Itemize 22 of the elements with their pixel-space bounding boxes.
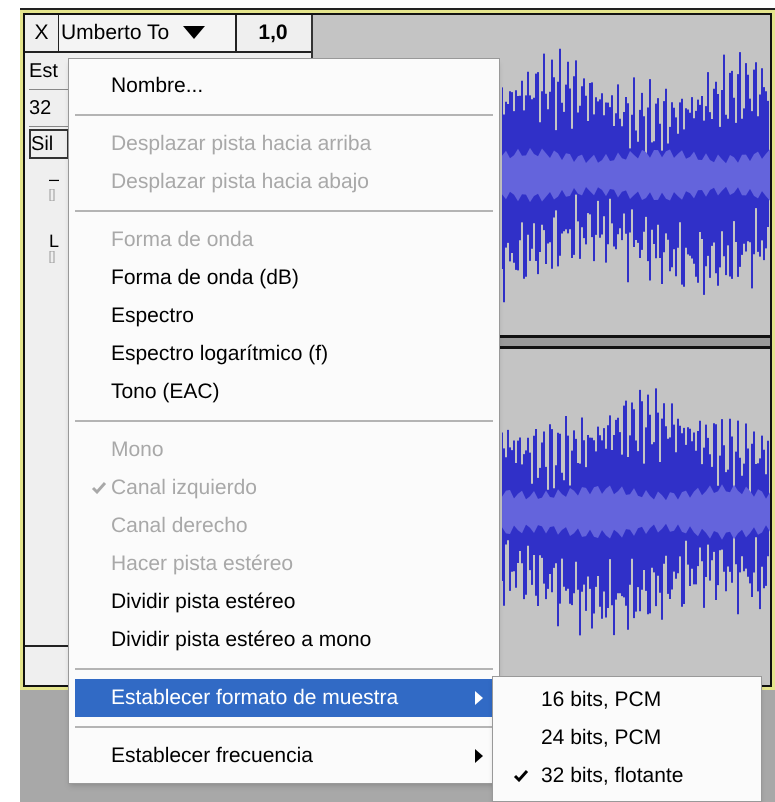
submenu-item[interactable]: 16 bits, PCM (497, 681, 757, 719)
menu-item[interactable]: Dividir pista estéreo a mono (75, 621, 493, 659)
menu-item[interactable]: Dividir pista estéreo (75, 583, 493, 621)
dropdown-arrow-icon (183, 26, 206, 40)
submenu-item[interactable]: 24 bits, PCM (497, 719, 757, 757)
menu-item[interactable]: Espectro logarítmico (f) (75, 335, 493, 373)
slider-label: L (49, 231, 60, 251)
menu-item[interactable]: Espectro (75, 297, 493, 335)
menu-item[interactable]: Forma de onda (dB) (75, 259, 493, 297)
gain-value: 1,0 (257, 20, 289, 46)
menu-item[interactable]: Tono (EAC) (75, 373, 493, 411)
slider-thumb-icon (49, 251, 55, 263)
menu-item[interactable]: Establecer frecuencia (75, 737, 493, 775)
submenu-item[interactable]: 32 bits, flotante (497, 757, 757, 795)
track-name-dropdown[interactable]: Umberto To (59, 15, 237, 51)
slider-label: – (49, 169, 60, 189)
menu-item[interactable]: Establecer formato de muestra (75, 679, 493, 717)
submenu-arrow-icon (475, 691, 483, 705)
submenu-arrow-icon (475, 749, 483, 763)
check-icon (513, 769, 529, 783)
check-icon (91, 481, 107, 495)
slider-thumb-icon (49, 189, 55, 201)
